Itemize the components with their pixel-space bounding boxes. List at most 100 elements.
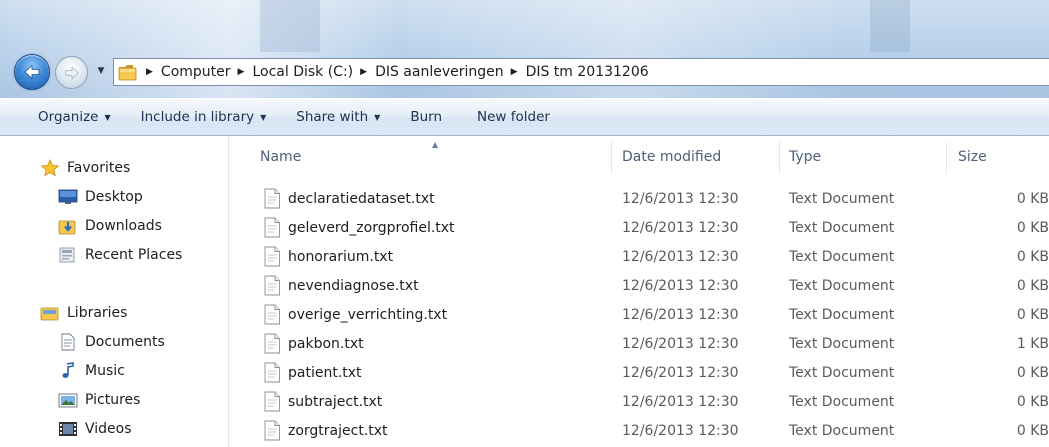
file-date-modified: 12/6/2013 12:30 — [622, 364, 739, 381]
column-divider[interactable] — [946, 142, 947, 174]
folder-icon — [117, 62, 139, 82]
file-date-modified: 12/6/2013 12:30 — [622, 277, 739, 294]
file-size: 0 KB — [1016, 190, 1049, 207]
nav-downloads[interactable]: Downloads — [58, 214, 162, 238]
documents-icon — [58, 333, 78, 351]
nav-downloads-label: Downloads — [85, 218, 162, 234]
file-date-modified: 12/6/2013 12:30 — [622, 335, 739, 352]
breadcrumb-separator[interactable]: ▶ — [511, 67, 518, 77]
nav-recent-places-label: Recent Places — [85, 247, 183, 263]
explorer-window: ▼ ▶ Computer ▶ Local Disk (C:) ▶ DIS aan… — [0, 0, 1049, 447]
nav-pictures-label: Pictures — [85, 392, 141, 408]
glass-reflection — [260, 0, 320, 52]
burn-label: Burn — [410, 109, 442, 125]
chevron-down-icon: ▼ — [374, 112, 381, 122]
column-divider[interactable] — [779, 142, 780, 174]
nav-music[interactable]: Music — [58, 359, 125, 383]
file-date-modified: 12/6/2013 12:30 — [622, 190, 739, 207]
navigation-pane: Favorites Desktop Downloads Recent Place… — [0, 136, 229, 447]
music-note-icon — [58, 362, 78, 380]
forward-arrow-icon — [64, 65, 79, 80]
nav-videos[interactable]: Videos — [58, 417, 132, 441]
breadcrumb-dis-aanleveringen[interactable]: DIS aanleveringen — [375, 64, 504, 80]
breadcrumb-separator[interactable]: ▶ — [360, 67, 367, 77]
breadcrumb-computer[interactable]: Computer — [161, 64, 231, 80]
file-type: Text Document — [789, 248, 895, 265]
file-type: Text Document — [789, 393, 895, 410]
file-row[interactable]: nevendiagnose.txt 12/6/2013 12:30 Text Doc… — [229, 271, 1049, 300]
nav-documents-label: Documents — [85, 334, 165, 350]
file-row[interactable]: geleverd_zorgprofiel.txt 12/6/2013 12:30 T… — [229, 213, 1049, 242]
include-in-library-button[interactable]: Include in library ▼ — [141, 104, 267, 130]
breadcrumb-current-folder[interactable]: DIS tm 20131206 — [526, 64, 649, 80]
file-row[interactable]: subtraject.txt 12/6/2013 12:30 Text Docume… — [229, 387, 1049, 416]
file-date-modified: 12/6/2013 12:30 — [622, 248, 739, 265]
file-name: overige_verrichting.txt — [288, 306, 448, 323]
new-folder-button[interactable]: New folder — [477, 104, 550, 130]
address-bar[interactable]: ▶ Computer ▶ Local Disk (C:) ▶ DIS aanle… — [113, 58, 1049, 86]
breadcrumb-separator[interactable]: ▶ — [238, 67, 245, 77]
nav-favorites[interactable]: Favorites — [40, 156, 130, 180]
file-date-modified: 12/6/2013 12:30 — [622, 393, 739, 410]
file-size: 0 KB — [1016, 277, 1049, 294]
back-arrow-icon — [24, 64, 40, 80]
desktop-icon — [58, 188, 78, 206]
file-row[interactable]: honorarium.txt 12/6/2013 12:30 Text Docume… — [229, 242, 1049, 271]
breadcrumb-separator[interactable]: ▶ — [146, 67, 153, 77]
file-type: Text Document — [789, 335, 895, 352]
file-type: Text Document — [789, 190, 895, 207]
file-size: 0 KB — [1016, 306, 1049, 323]
organize-label: Organize — [38, 109, 99, 125]
column-header-size[interactable]: Size — [958, 136, 987, 178]
file-date-modified: 12/6/2013 12:30 — [622, 306, 739, 323]
chevron-down-icon: ▼ — [260, 112, 267, 122]
file-date-modified: 12/6/2013 12:30 — [622, 219, 739, 236]
recent-pages-dropdown[interactable]: ▼ — [95, 64, 107, 78]
title-area: ▼ ▶ Computer ▶ Local Disk (C:) ▶ DIS aan… — [0, 0, 1049, 98]
column-header-date-label: Date modified — [622, 149, 722, 165]
file-type: Text Document — [789, 364, 895, 381]
file-row[interactable]: patient.txt 12/6/2013 12:30 Text Document 0… — [229, 358, 1049, 387]
nav-recent-places[interactable]: Recent Places — [58, 243, 182, 267]
file-row[interactable]: pakbon.txt 12/6/2013 12:30 Text Document 1 … — [229, 329, 1049, 358]
forward-button[interactable] — [55, 56, 88, 89]
nav-pictures[interactable]: Pictures — [58, 388, 140, 412]
star-icon — [40, 159, 60, 177]
nav-desktop-label: Desktop — [85, 189, 143, 205]
file-row[interactable]: declaratiedataset.txt 12/6/2013 12:30 Text… — [229, 184, 1049, 213]
column-header-size-label: Size — [958, 149, 987, 165]
chevron-down-icon: ▼ — [104, 112, 111, 122]
column-divider[interactable] — [611, 142, 612, 174]
file-type: Text Document — [789, 277, 895, 294]
command-bar: Organize ▼ Include in library ▼ Share wi… — [0, 98, 1049, 136]
file-size: 0 KB — [1016, 422, 1049, 439]
file-name: nevendiagnose.txt — [288, 277, 419, 294]
nav-desktop[interactable]: Desktop — [58, 185, 143, 209]
nav-videos-label: Videos — [85, 421, 132, 437]
recent-places-icon — [58, 246, 78, 264]
file-type: Text Document — [789, 422, 895, 439]
nav-libraries-label: Libraries — [67, 305, 128, 321]
glass-reflection — [870, 0, 910, 52]
file-size: 0 KB — [1016, 364, 1049, 381]
nav-libraries[interactable]: Libraries — [40, 301, 127, 325]
share-with-label: Share with — [296, 109, 369, 125]
chevron-down-icon: ▼ — [97, 66, 105, 76]
nav-documents[interactable]: Documents — [58, 330, 165, 354]
column-header-type[interactable]: Type — [789, 136, 821, 178]
column-header-date-modified[interactable]: Date modified — [622, 136, 721, 178]
file-name: zorgtraject.txt — [288, 422, 388, 439]
share-with-button[interactable]: Share with ▼ — [296, 104, 380, 130]
file-name: geleverd_zorgprofiel.txt — [288, 219, 455, 236]
file-name: pakbon.txt — [288, 335, 364, 352]
breadcrumb-local-disk[interactable]: Local Disk (C:) — [252, 64, 353, 80]
organize-button[interactable]: Organize ▼ — [38, 104, 111, 130]
video-film-icon — [58, 420, 78, 438]
burn-button[interactable]: Burn — [410, 104, 442, 130]
new-folder-label: New folder — [477, 109, 550, 125]
back-button[interactable] — [14, 54, 50, 90]
file-size: 0 KB — [1016, 248, 1049, 265]
column-header-name[interactable]: Name — [260, 136, 301, 178]
file-row[interactable]: zorgtraject.txt 12/6/2013 12:30 Text Docum… — [229, 416, 1049, 445]
file-row[interactable]: overige_verrichting.txt 12/6/2013 12:30 Te… — [229, 300, 1049, 329]
